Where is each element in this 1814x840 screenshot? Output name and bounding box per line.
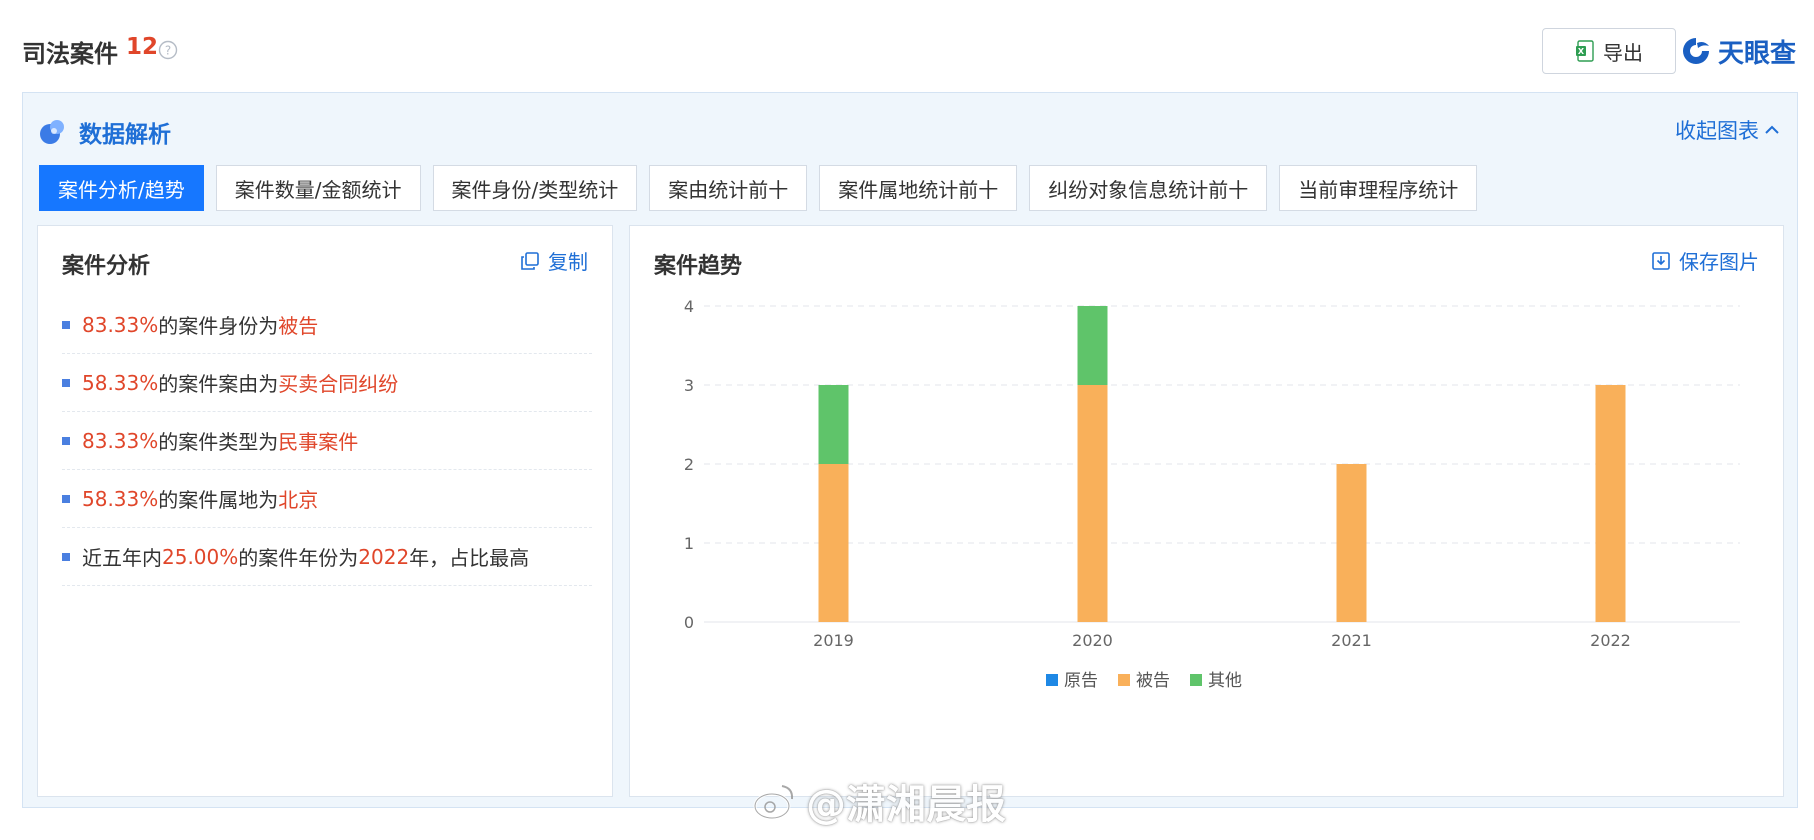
legend-swatch — [1118, 674, 1130, 686]
item-percent: 58.33% — [82, 370, 159, 395]
svg-text:?: ? — [165, 44, 171, 58]
help-icon[interactable]: ? — [158, 40, 178, 60]
tab-case-cause-top10[interactable]: 案由统计前十 — [649, 165, 808, 211]
item-value: 民事案件 — [278, 430, 359, 454]
bullet-icon — [62, 320, 70, 329]
tab-dispute-party-top10[interactable]: 纠纷对象信息统计前十 — [1029, 165, 1268, 211]
panel-header: 数据解析 — [37, 115, 171, 149]
collapse-chart-link[interactable]: 收起图表 — [1675, 115, 1779, 145]
analysis-item: 近五年内 25.00% 的案件年份为 2022 年，占比最高 — [62, 528, 592, 586]
case-trend-title: 案件趋势 — [654, 254, 743, 279]
excel-icon: X — [1576, 40, 1594, 62]
top-header: 司法案件 12 ? X 导出 天眼查 — [22, 28, 1798, 84]
legend-swatch — [1046, 674, 1058, 686]
y-tick-label: 4 — [684, 297, 694, 316]
item-text: 近五年内 — [82, 546, 162, 570]
download-icon — [1652, 251, 1670, 270]
y-tick-label: 0 — [684, 613, 694, 632]
bullet-icon — [62, 436, 70, 445]
analysis-item: 83.33% 的案件身份为 被告 — [62, 296, 592, 354]
bullet-icon — [62, 378, 70, 387]
bar-segment — [1077, 306, 1108, 385]
chevron-up-icon — [1765, 125, 1779, 134]
panel-title: 数据解析 — [79, 122, 171, 148]
tab-bar: 案件分析/趋势 案件数量/金额统计 案件身份/类型统计 案由统计前十 案件属地统… — [39, 165, 1478, 211]
item-value: 被告 — [278, 314, 319, 338]
item-percent: 83.33% — [82, 428, 159, 453]
item-percent: 58.33% — [82, 486, 159, 511]
svg-text:X: X — [1578, 47, 1585, 56]
item-percent: 25.00% — [162, 544, 239, 569]
bar-segment — [1336, 464, 1367, 622]
item-year: 2022 — [358, 544, 410, 569]
legend-label: 原告 — [1064, 671, 1098, 691]
bar-segment — [818, 464, 849, 622]
item-text: 的案件案由为 — [158, 372, 279, 396]
bar-segment — [1077, 385, 1108, 622]
weibo-logo-icon — [753, 785, 794, 820]
item-text: 年，占比最高 — [409, 546, 530, 570]
bullet-icon — [62, 494, 70, 503]
copy-label: 复制 — [548, 250, 588, 274]
item-text: 的案件类型为 — [158, 430, 279, 454]
watermark-text: @潇湘晨报 — [806, 782, 1006, 828]
item-value: 买卖合同纠纷 — [278, 372, 399, 396]
y-tick-label: 2 — [684, 455, 694, 474]
bar-segment — [818, 385, 849, 464]
case-analysis-title: 案件分析 — [62, 254, 151, 279]
brand-logo: 天眼查 — [1680, 28, 1796, 74]
analysis-item: 58.33% 的案件属地为 北京 — [62, 470, 592, 528]
x-tick-label: 2022 — [1590, 631, 1631, 650]
tab-trial-procedure[interactable]: 当前审理程序统计 — [1279, 165, 1478, 211]
tab-case-region-top10[interactable]: 案件属地统计前十 — [819, 165, 1018, 211]
copy-button[interactable]: 复制 — [520, 246, 588, 275]
copy-icon — [521, 251, 539, 270]
legend-label: 其他 — [1208, 671, 1242, 691]
x-tick-label: 2021 — [1331, 631, 1372, 650]
save-image-label: 保存图片 — [1679, 250, 1759, 274]
export-label: 导出 — [1603, 40, 1643, 65]
bullet-icon — [62, 552, 70, 561]
analysis-item: 83.33% 的案件类型为 民事案件 — [62, 412, 592, 470]
brand-text: 天眼查 — [1718, 38, 1797, 69]
tianyancha-logo-icon — [1683, 38, 1709, 64]
bar-segment — [1595, 385, 1626, 622]
collapse-label: 收起图表 — [1675, 119, 1759, 143]
x-tick-label: 2020 — [1072, 631, 1113, 650]
watermark: @潇湘晨报 — [752, 772, 1006, 830]
item-value: 北京 — [278, 488, 319, 512]
y-tick-label: 1 — [684, 534, 694, 553]
item-text: 的案件年份为 — [238, 546, 359, 570]
tab-case-count-amount[interactable]: 案件数量/金额统计 — [215, 165, 421, 211]
item-text: 的案件属地为 — [158, 488, 279, 512]
legend-label: 被告 — [1136, 671, 1170, 691]
section-title: 司法案件 — [22, 40, 118, 68]
analysis-item: 58.33% 的案件案由为 买卖合同纠纷 — [62, 354, 592, 412]
legend-swatch — [1190, 674, 1202, 686]
data-analysis-panel: 数据解析 收起图表 案件分析/趋势 案件数量/金额统计 案件身份/类型统计 案由… — [22, 92, 1798, 808]
case-trend-card: 案件趋势 保存图片 0 1 2 3 4 2019 2020 2021 2022 原告 被告 其他 — [629, 225, 1784, 797]
tab-case-analysis-trend[interactable]: 案件分析/趋势 — [39, 165, 204, 211]
case-analysis-card: 案件分析 复制 83.33% 的案件身份为 被告 58.33% 的案件案由为 买… — [37, 225, 613, 797]
save-image-button[interactable]: 保存图片 — [1651, 246, 1759, 275]
tab-case-role-type[interactable]: 案件身份/类型统计 — [432, 165, 638, 211]
item-percent: 83.33% — [82, 312, 159, 337]
x-tick-label: 2019 — [813, 631, 854, 650]
item-text: 的案件身份为 — [158, 314, 279, 338]
y-tick-label: 3 — [684, 376, 694, 395]
case-trend-chart: 0 1 2 3 4 2019 2020 2021 2022 原告 被告 其他 — [684, 297, 1740, 691]
data-analysis-icon — [40, 120, 64, 144]
export-button[interactable]: X 导出 — [1542, 28, 1676, 74]
analysis-list: 83.33% 的案件身份为 被告 58.33% 的案件案由为 买卖合同纠纷 83… — [62, 296, 592, 586]
case-count: 12 — [126, 34, 159, 60]
